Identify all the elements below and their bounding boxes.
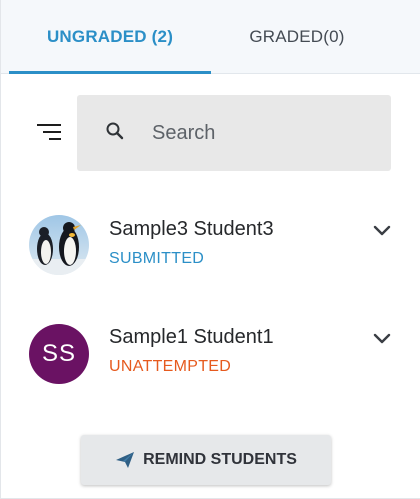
filter-icon-line-1 bbox=[37, 124, 61, 126]
remind-students-label: REMIND STUDENTS bbox=[143, 451, 297, 468]
status-badge-submitted: SUBMITTED bbox=[109, 250, 205, 267]
active-tab-indicator bbox=[9, 71, 211, 74]
paper-plane-icon bbox=[116, 452, 135, 468]
tab-graded[interactable]: GRADED(0) bbox=[211, 0, 383, 74]
search-input[interactable] bbox=[152, 115, 372, 151]
submissions-panel: UNGRADED (2) GRADED(0) Search Sample3 St… bbox=[0, 0, 420, 499]
penguins-avatar-image bbox=[29, 215, 89, 275]
student-name: Sample1 Student1 bbox=[109, 326, 274, 348]
search-icon bbox=[106, 122, 124, 140]
filter-icon-line-2 bbox=[43, 131, 61, 133]
filter-button[interactable] bbox=[31, 118, 65, 148]
avatar bbox=[29, 215, 89, 275]
tab-graded-label: GRADED(0) bbox=[249, 27, 345, 46]
chevron-down-icon[interactable] bbox=[371, 331, 393, 347]
tab-ungraded[interactable]: UNGRADED (2) bbox=[9, 0, 211, 74]
avatar: SS bbox=[29, 324, 89, 384]
student-row[interactable]: Sample3 Student3 SUBMITTED bbox=[1, 205, 420, 285]
grading-tabs: UNGRADED (2) GRADED(0) bbox=[1, 0, 420, 74]
filter-icon-line-3 bbox=[49, 138, 61, 140]
student-name: Sample3 Student3 bbox=[109, 218, 274, 240]
status-badge-unattempted: UNATTEMPTED bbox=[109, 358, 232, 375]
student-row[interactable]: SS Sample1 Student1 UNATTEMPTED bbox=[1, 314, 420, 394]
chevron-down-icon[interactable] bbox=[371, 223, 393, 239]
search-box bbox=[77, 95, 391, 171]
remind-students-button[interactable]: REMIND STUDENTS bbox=[81, 435, 331, 485]
avatar-initials: SS bbox=[41, 340, 76, 367]
tab-ungraded-label: UNGRADED (2) bbox=[46, 27, 174, 46]
